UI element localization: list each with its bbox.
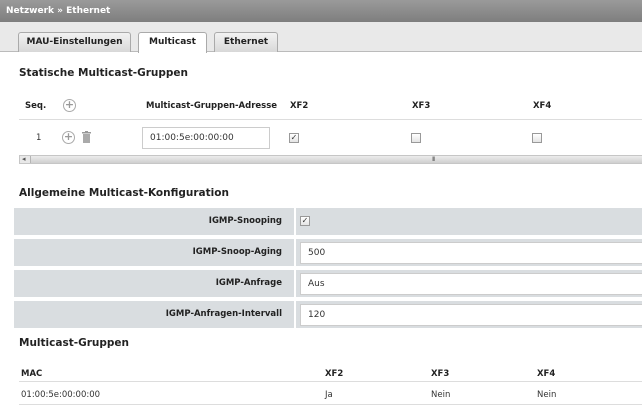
multicast-address-input[interactable]: 01:00:5e:00:00:00	[142, 127, 270, 149]
igmp-query-row: Aus	[296, 270, 642, 297]
igmp-snooping-value: ✓	[296, 208, 642, 235]
breadcrumb-ethernet: Ethernet	[66, 6, 111, 16]
tab-mau-einstellungen[interactable]: MAU-Einstellungen	[18, 32, 131, 52]
general-config-title: Allgemeine Multicast-Konfiguration	[19, 187, 229, 199]
col-xf4-header: XF4	[533, 101, 552, 111]
add-row-icon[interactable]: +	[63, 99, 76, 112]
col-xf2-header: XF2	[290, 101, 309, 111]
mc-col-xf4-header: XF4	[537, 369, 556, 379]
igmp-query-label: IGMP-Anfrage	[14, 270, 294, 297]
trash-icon[interactable]	[82, 131, 91, 143]
igmp-snoop-aging-input[interactable]: 500	[300, 242, 642, 264]
add-after-icon[interactable]: +	[62, 131, 75, 144]
mc-row-xf4: Nein	[537, 390, 557, 400]
static-groups-title: Statische Multicast-Gruppen	[19, 67, 188, 79]
igmp-snooping-label: IGMP-Snooping	[14, 208, 294, 235]
mc-row-mac: 01:00:5e:00:00:00	[21, 390, 101, 400]
mc-col-xf3-header: XF3	[431, 369, 450, 379]
xf2-checkbox[interactable]: ✓	[289, 133, 299, 143]
mc-col-xf2-header: XF2	[325, 369, 344, 379]
scroll-left-icon[interactable]: ◂	[22, 155, 26, 163]
breadcrumb: Netzwerk » Ethernet	[0, 0, 642, 22]
igmp-snooping-checkbox[interactable]: ✓	[300, 216, 310, 226]
mc-row-xf3: Nein	[431, 390, 451, 400]
table-divider	[19, 119, 642, 120]
igmp-snoop-aging-label: IGMP-Snoop-Aging	[14, 239, 294, 266]
mc-row-divider	[19, 404, 642, 405]
igmp-query-select[interactable]: Aus	[300, 273, 642, 295]
scrollbar-grip: III	[432, 156, 435, 163]
tab-multicast[interactable]: Multicast	[138, 32, 207, 53]
igmp-snoop-aging-row: 500	[296, 239, 642, 266]
breadcrumb-netzwerk[interactable]: Netzwerk	[6, 6, 54, 16]
tab-ethernet[interactable]: Ethernet	[214, 32, 278, 52]
xf3-checkbox[interactable]	[411, 133, 421, 143]
breadcrumb-separator: »	[57, 6, 63, 16]
igmp-query-interval-label: IGMP-Anfragen-Intervall	[14, 301, 294, 328]
xf4-checkbox[interactable]	[532, 133, 542, 143]
row-seq: 1	[36, 133, 42, 143]
mc-header-divider	[19, 381, 642, 382]
mc-row-xf2: Ja	[325, 390, 333, 400]
igmp-query-interval-row: 120	[296, 301, 642, 328]
scrollbar-thumb[interactable]: III	[30, 156, 642, 163]
col-address-header: Multicast-Gruppen-Adresse	[146, 101, 278, 111]
multicast-groups-title: Multicast-Gruppen	[19, 337, 129, 349]
col-xf3-header: XF3	[412, 101, 431, 111]
mc-col-mac-header: MAC	[21, 369, 43, 379]
igmp-query-interval-input[interactable]: 120	[300, 304, 642, 326]
tab-bar: MAU-Einstellungen Multicast Ethernet	[0, 22, 642, 53]
col-seq-header: Seq.	[25, 101, 47, 111]
horizontal-scrollbar[interactable]: ◂ III	[19, 155, 642, 164]
